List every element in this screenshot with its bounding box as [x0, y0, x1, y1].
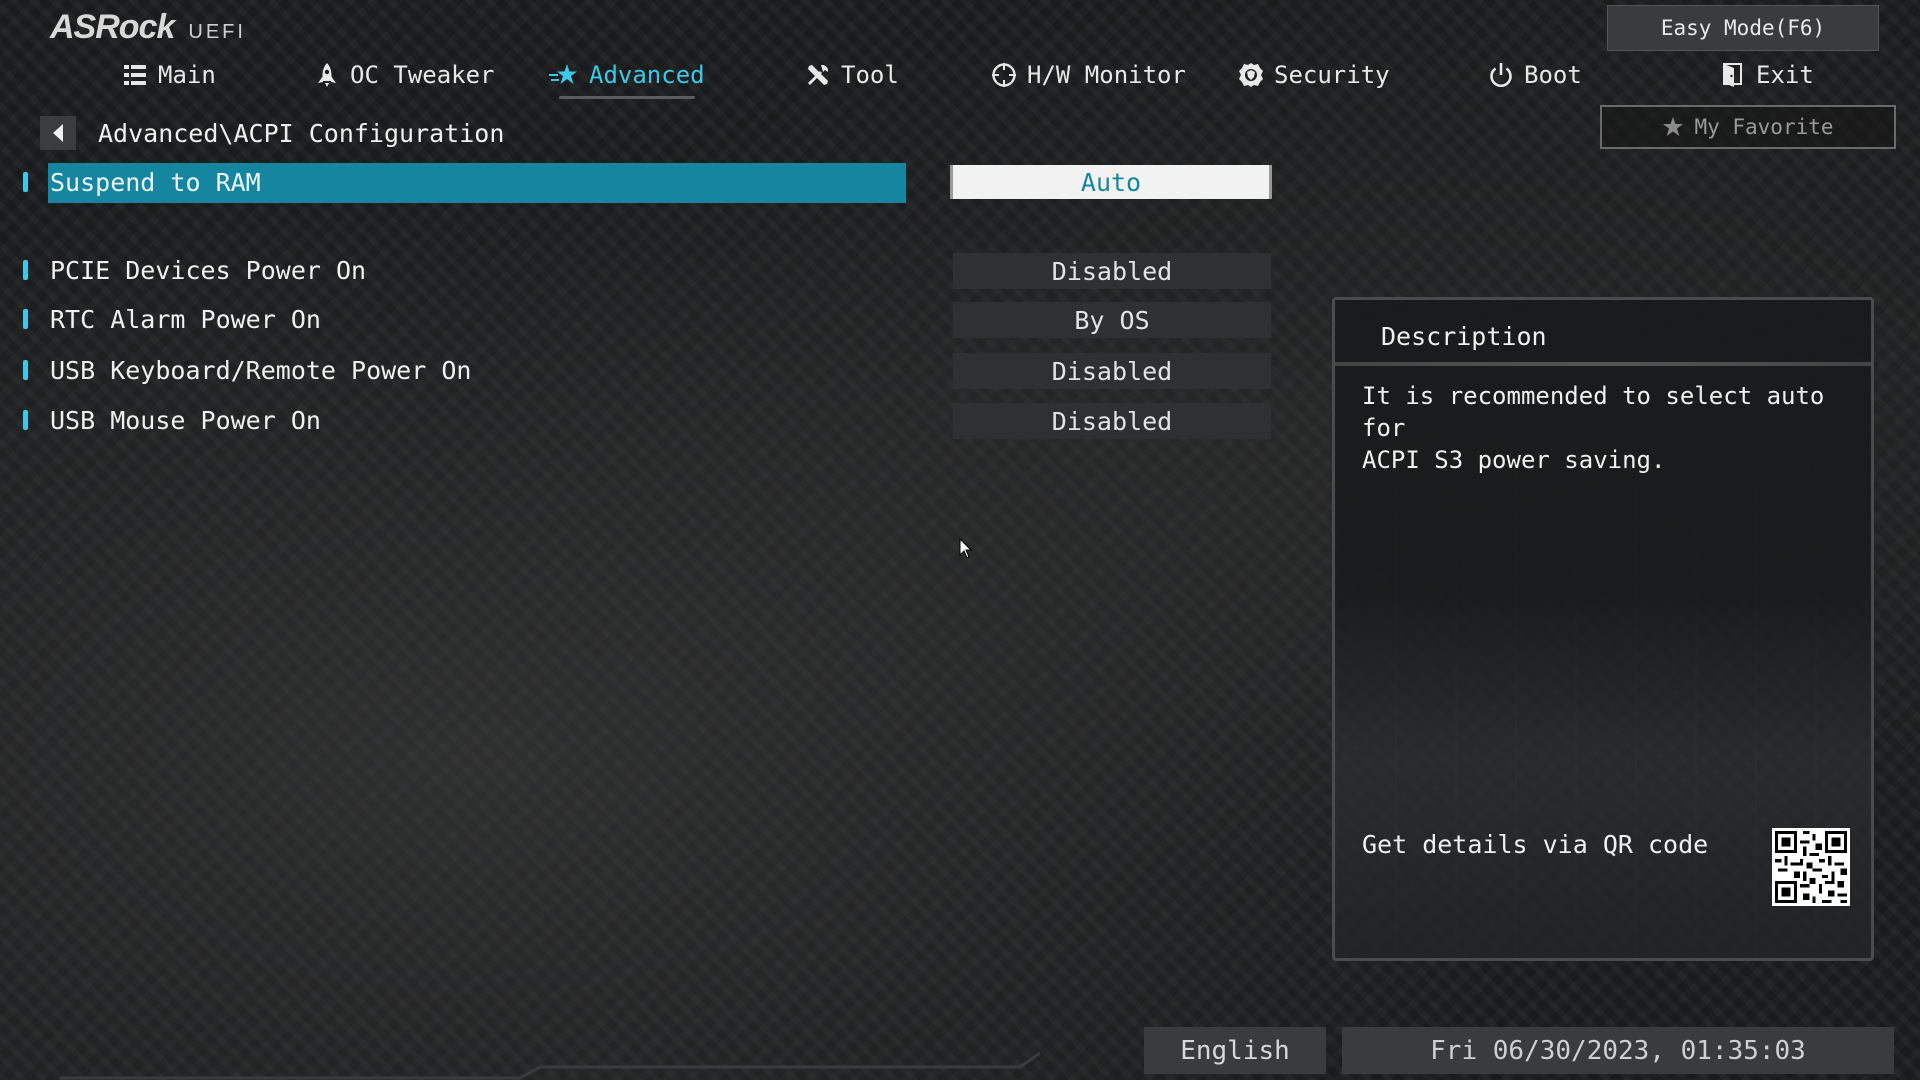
setting-label: PCIE Devices Power On	[50, 256, 367, 285]
my-favorite-button[interactable]: My Favorite	[1600, 105, 1896, 149]
setting-row-usb-mouse-power-on[interactable]: USB Mouse Power On Disabled	[0, 401, 1300, 441]
setting-value-dropdown[interactable]: Disabled	[953, 403, 1271, 439]
my-favorite-label: My Favorite	[1694, 115, 1834, 139]
easy-mode-button[interactable]: Easy Mode(F6)	[1607, 5, 1879, 51]
tab-advanced-label: Advanced	[589, 61, 705, 89]
tab-boot[interactable]: Boot	[1488, 55, 1582, 95]
breadcrumb-row: Advanced\ACPI Configuration	[40, 115, 504, 151]
setting-value-dropdown[interactable]: By OS	[953, 302, 1271, 338]
tab-oc-tweaker[interactable]: OC Tweaker	[314, 55, 495, 95]
tab-security-label: Security	[1274, 61, 1390, 89]
setting-row-rtc-alarm-power-on[interactable]: RTC Alarm Power On By OS	[0, 300, 1300, 340]
tab-boot-label: Boot	[1524, 61, 1582, 89]
back-arrow-icon	[53, 124, 63, 142]
qr-label: Get details via QR code	[1362, 830, 1709, 859]
exit-door-icon	[1723, 63, 1742, 87]
description-text: It is recommended to select auto for ACP…	[1362, 382, 1825, 474]
setting-value-dropdown[interactable]: Disabled	[953, 253, 1271, 289]
star-icon	[1663, 117, 1684, 136]
breadcrumb: Advanced\ACPI Configuration	[98, 118, 505, 148]
star-icon	[549, 64, 577, 84]
row-marker	[23, 410, 28, 430]
qr-code	[1772, 828, 1850, 906]
tools-icon	[808, 64, 829, 85]
asrock-logo: ASRock UEFI	[50, 8, 246, 47]
back-button[interactable]	[40, 116, 76, 150]
tab-tool[interactable]: Tool	[805, 55, 899, 95]
setting-label: RTC Alarm Power On	[50, 305, 321, 334]
setting-row-usb-keyboard-remote-power-on[interactable]: USB Keyboard/Remote Power On Disabled	[0, 351, 1300, 391]
row-marker	[23, 309, 28, 329]
tab-security[interactable]: Security	[1238, 55, 1390, 95]
setting-row-suspend-to-ram[interactable]: Suspend to RAM Auto	[0, 163, 1300, 203]
tab-advanced[interactable]: Advanced	[549, 55, 705, 99]
bios-screen: ASRock UEFI Easy Mode(F6) Main OC Tweake…	[0, 0, 1920, 1080]
crosshair-icon	[992, 63, 1016, 87]
tab-oc-tweaker-label: OC Tweaker	[350, 61, 495, 89]
power-icon	[1490, 63, 1512, 87]
tab-exit[interactable]: Exit	[1720, 55, 1814, 95]
setting-value-dropdown[interactable]: Disabled	[953, 353, 1271, 389]
description-divider	[1335, 362, 1871, 366]
rocket-icon	[318, 63, 336, 87]
row-marker	[23, 360, 28, 380]
setting-label: Suspend to RAM	[48, 163, 906, 203]
setting-value-dropdown[interactable]: Auto	[950, 165, 1272, 199]
row-marker	[23, 172, 28, 192]
setting-row-pcie-devices-power-on[interactable]: PCIE Devices Power On Disabled	[0, 251, 1300, 291]
description-title: Description	[1381, 322, 1547, 351]
datetime-display: Fri 06/30/2023, 01:35:03	[1342, 1027, 1894, 1074]
tab-main-label: Main	[158, 61, 216, 89]
tab-hw-monitor[interactable]: H/W Monitor	[991, 55, 1186, 95]
setting-label: USB Keyboard/Remote Power On	[50, 356, 472, 385]
shield-icon	[1239, 63, 1263, 87]
row-marker	[23, 260, 28, 280]
tab-main[interactable]: Main	[122, 55, 216, 95]
mouse-cursor-icon	[959, 538, 973, 559]
logo-product: UEFI	[188, 21, 246, 43]
setting-label: USB Mouse Power On	[50, 406, 321, 435]
tab-tool-label: Tool	[841, 61, 899, 89]
list-icon	[124, 65, 146, 85]
bottom-decoration	[60, 1051, 1041, 1080]
language-button[interactable]: English	[1144, 1027, 1326, 1074]
tab-hw-monitor-label: H/W Monitor	[1027, 61, 1186, 89]
top-nav: Main OC Tweaker Advanced Tool H/W Monito…	[0, 55, 1920, 99]
tab-exit-label: Exit	[1756, 61, 1814, 89]
logo-brand: ASRock	[50, 8, 175, 46]
description-panel: Description It is recommended to select …	[1332, 297, 1874, 961]
